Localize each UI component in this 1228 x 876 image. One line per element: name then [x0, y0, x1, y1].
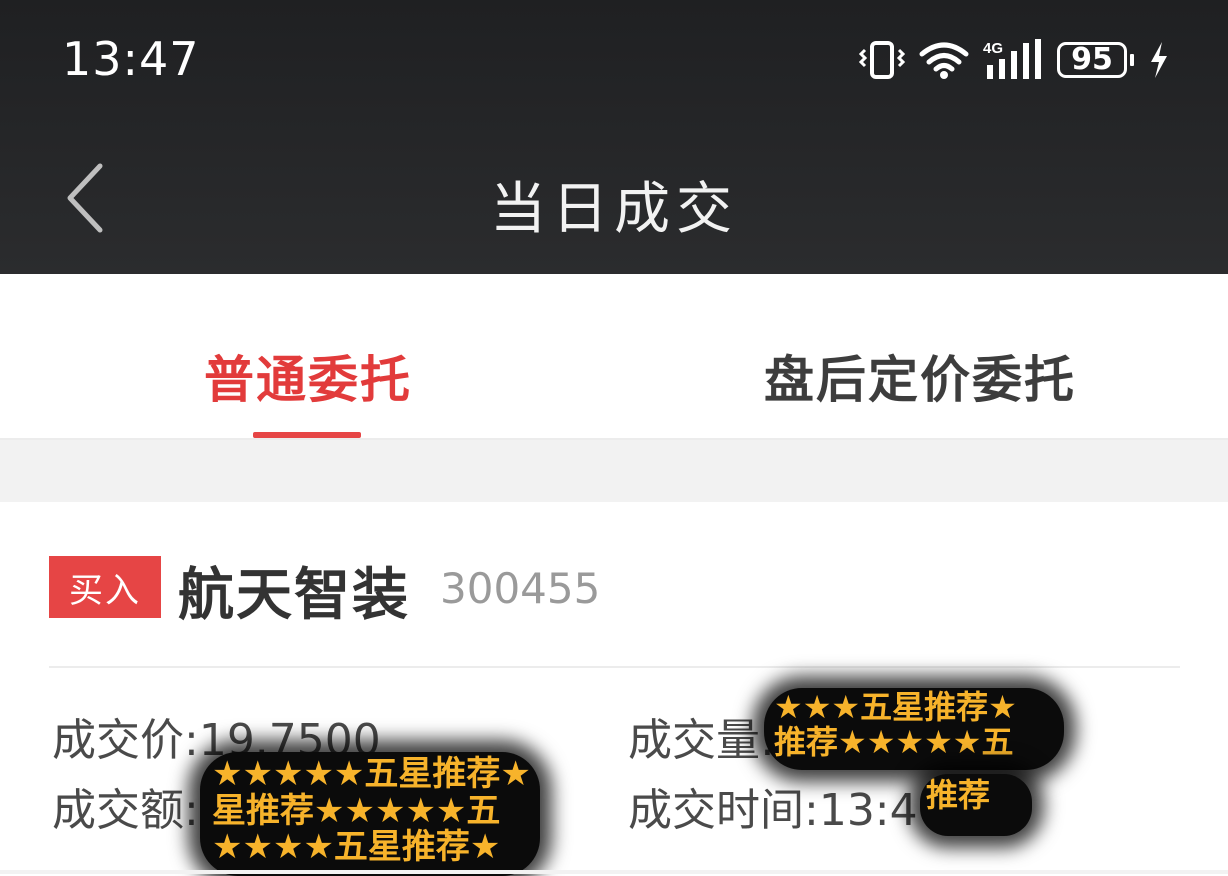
buy-badge: 买入 — [49, 556, 161, 618]
trade-volume: 成交量: — [628, 715, 775, 766]
trade-card[interactable]: 买入 航天智装 300455 成交价:19.7500 成交额: 成交量: 成交时… — [0, 502, 1228, 876]
tab-active-indicator — [253, 432, 361, 438]
redaction-sticker: ★★★★★五星推荐★ 星推荐★★★★★五 ★★★★五星推荐★ — [200, 752, 540, 876]
stock-code: 300455 — [440, 564, 601, 613]
top-bar: 13:47 4G 95 当日成交 — [0, 0, 1228, 274]
status-time: 13:47 — [62, 32, 200, 86]
redaction-sticker: 推荐 — [920, 774, 1032, 836]
tab-normal-order[interactable]: 普通委托 — [204, 340, 412, 412]
bottom-edge — [0, 870, 1228, 874]
status-icons: 4G 95 — [859, 36, 1170, 84]
redaction-sticker: ★★★五星推荐★ 推荐★★★★★五 — [764, 688, 1064, 770]
wifi-icon — [919, 40, 969, 80]
battery-tip — [1130, 54, 1134, 66]
sticker-line: ★★★★★五星推荐★ — [212, 754, 531, 794]
trade-time: 成交时间:13:4 — [628, 785, 918, 836]
network-label: 4G — [983, 40, 1003, 57]
trade-amount: 成交额: — [52, 785, 199, 836]
battery-level: 95 — [1057, 42, 1127, 78]
sticker-line: 推荐 — [926, 776, 991, 814]
tab-after-hours-order[interactable]: 盘后定价委托 — [764, 340, 1076, 412]
card-divider — [49, 666, 1180, 668]
page-title: 当日成交 — [490, 177, 738, 242]
sticker-line: 星推荐★★★★★五 — [212, 790, 501, 831]
signal-icon: 4G — [983, 39, 1043, 81]
charging-icon — [1148, 40, 1170, 80]
vibrate-icon — [859, 40, 905, 80]
section-gap — [0, 440, 1228, 502]
sticker-line: 推荐★★★★★五 — [774, 722, 1014, 761]
stock-name: 航天智装 — [178, 563, 410, 628]
tab-bar: 普通委托 盘后定价委托 — [0, 274, 1228, 440]
sticker-line: ★★★★五星推荐★ — [212, 827, 501, 868]
sticker-line: ★★★五星推荐★ — [774, 688, 1017, 726]
battery-icon: 95 — [1057, 42, 1134, 78]
